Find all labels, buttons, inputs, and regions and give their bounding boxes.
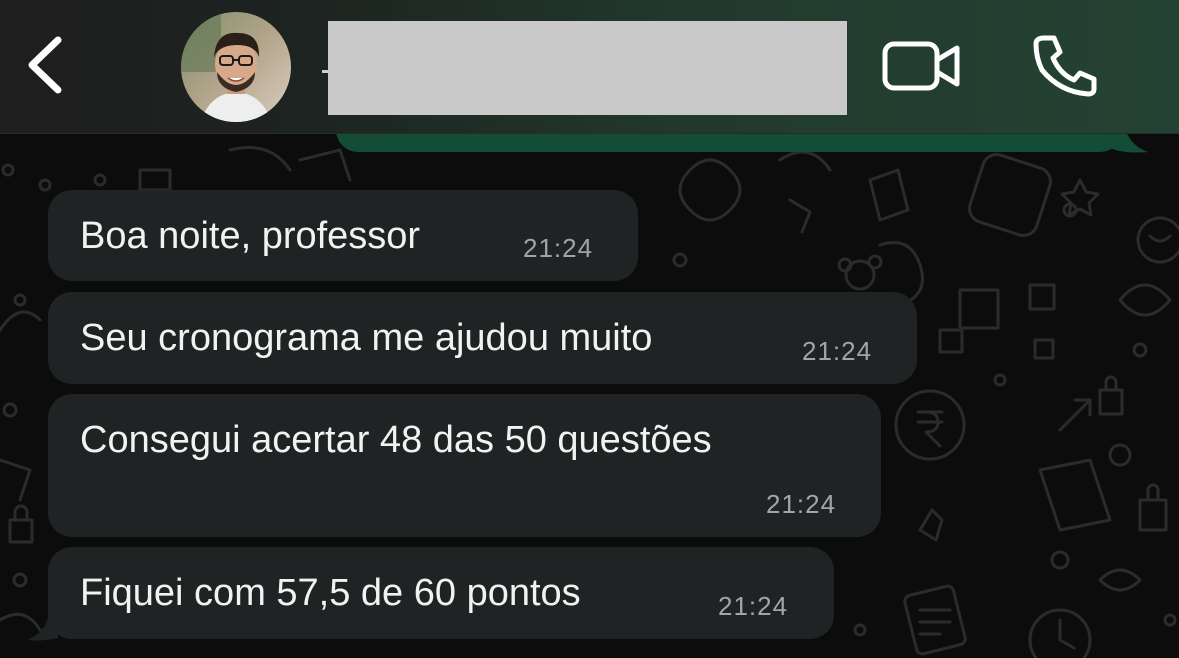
- voice-call-button[interactable]: [1030, 32, 1100, 98]
- message-bubble[interactable]: Fiquei com 57,5 de 60 pontos 21:24: [48, 547, 834, 639]
- message-time: 21:24: [802, 336, 873, 366]
- avatar-photo: [181, 12, 291, 122]
- message-text: Boa noite, professor: [80, 215, 421, 257]
- message-bubble[interactable]: Seu cronograma me ajudou muito 21:24: [48, 292, 917, 384]
- message-time: 21:24: [718, 591, 789, 621]
- incoming-bubble-tail: [28, 618, 58, 641]
- message-time: 21:24: [523, 233, 594, 263]
- chat-screen: Boa noite, professor 21:24 Seu cronogram…: [0, 0, 1179, 658]
- message-text: Fiquei com 57,5 de 60 pontos: [80, 572, 581, 614]
- message-time: 21:24: [766, 489, 837, 519]
- message-text: Seu cronograma me ajudou muito: [80, 317, 653, 359]
- message-text: Consegui acertar 48 das 50 questões: [80, 419, 712, 461]
- video-call-button[interactable]: [880, 38, 964, 94]
- video-camera-icon: [882, 41, 960, 91]
- chat-header: [0, 0, 1179, 134]
- contact-avatar[interactable]: [181, 12, 291, 122]
- message-bubble[interactable]: Boa noite, professor 21:24: [48, 190, 638, 281]
- phone-icon: [1033, 35, 1097, 97]
- chevron-left-icon: [28, 36, 62, 94]
- back-button[interactable]: [20, 32, 74, 98]
- message-bubble[interactable]: Consegui acertar 48 das 50 questões 21:2…: [48, 394, 881, 537]
- contact-name-redacted[interactable]: [328, 21, 847, 115]
